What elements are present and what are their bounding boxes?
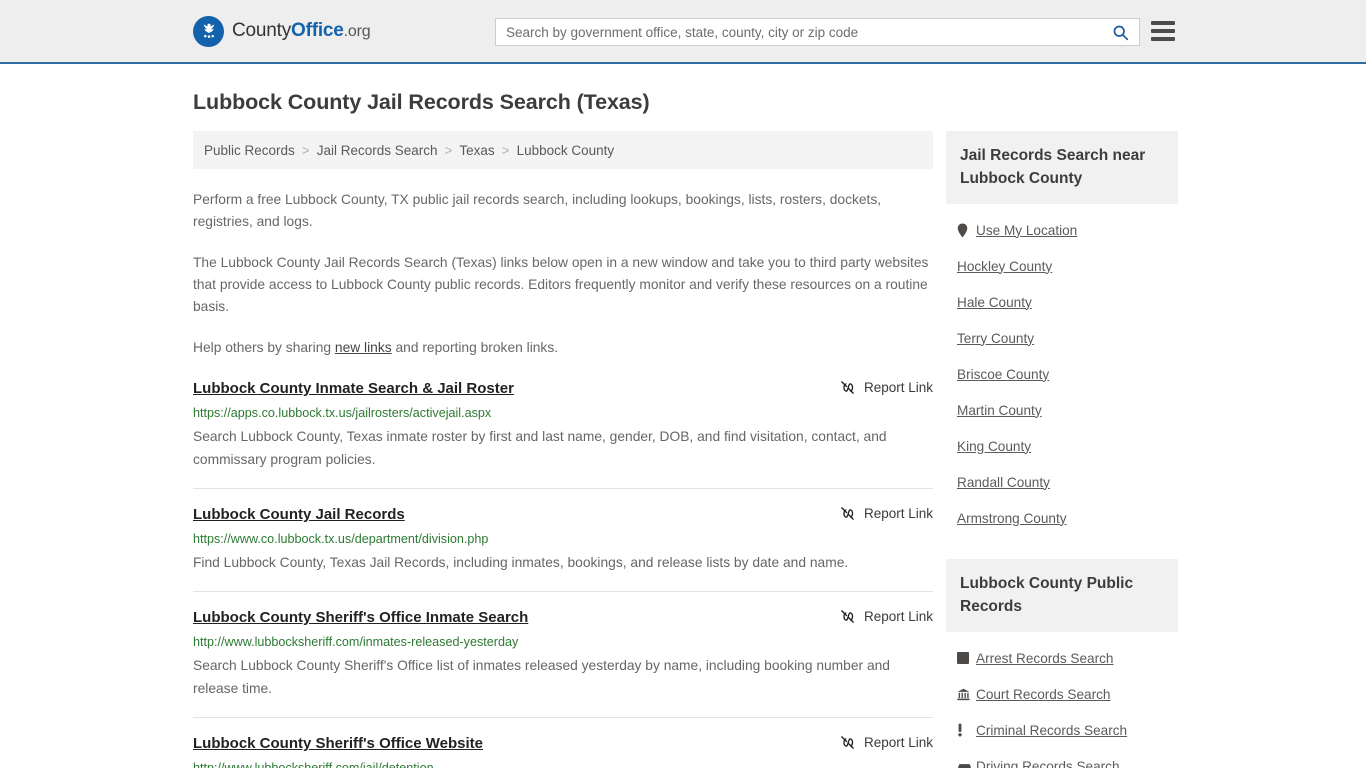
broken-link-icon xyxy=(841,610,854,623)
public-records-panel-title: Lubbock County Public Records xyxy=(946,559,1178,632)
sidebar-link[interactable]: Hale County xyxy=(957,295,1032,310)
search-input[interactable] xyxy=(496,19,1101,45)
hamburger-bar xyxy=(1151,21,1175,25)
report-link-label: Report Link xyxy=(863,609,933,624)
exclamation-icon xyxy=(957,723,976,737)
search-icon xyxy=(1113,25,1128,40)
report-link-button[interactable]: Report Link xyxy=(840,608,933,624)
result-description: Search Lubbock County, Texas inmate rost… xyxy=(193,429,887,467)
breadcrumb-separator: > xyxy=(301,142,310,158)
site-logo[interactable]: CountyOffice.org xyxy=(193,15,371,47)
sidebar-link[interactable]: Briscoe County xyxy=(957,367,1049,382)
car-icon xyxy=(957,761,976,768)
search-button[interactable] xyxy=(1101,19,1139,45)
result-url[interactable]: https://www.co.lubbock.tx.us/department/… xyxy=(193,531,933,547)
sidebar-item-terry-county[interactable]: Terry County xyxy=(946,320,1178,356)
breadcrumb-separator: > xyxy=(501,142,510,158)
site-logo-text: CountyOffice.org xyxy=(232,20,371,42)
result-url[interactable]: http://www.lubbocksheriff.com/inmates-re… xyxy=(193,634,933,650)
intro-p3-before: Help others by sharing xyxy=(193,340,335,355)
sidebar-link[interactable]: King County xyxy=(957,439,1031,454)
breadcrumb-separator: > xyxy=(444,142,453,158)
sidebar-item-court-records-search[interactable]: Court Records Search xyxy=(946,676,1178,712)
result-title-link[interactable]: Lubbock County Jail Records xyxy=(193,505,405,525)
logo-office: Office xyxy=(291,20,344,41)
intro-section: Perform a free Lubbock County, TX public… xyxy=(193,189,933,359)
county-office-eagle-icon xyxy=(193,15,224,47)
hamburger-menu-button[interactable] xyxy=(1151,21,1175,41)
sidebar-link[interactable]: Martin County xyxy=(957,403,1042,418)
courthouse-icon xyxy=(957,688,976,701)
breadcrumb: Public Records > Jail Records Search > T… xyxy=(193,131,933,169)
result-item: Lubbock County Sheriff's Office Website … xyxy=(193,718,933,768)
broken-link-icon xyxy=(841,736,854,749)
result-description: Search Lubbock County Sheriff's Office l… xyxy=(193,658,890,696)
logo-org: .org xyxy=(343,23,371,40)
sidebar-link[interactable]: Armstrong County xyxy=(957,511,1067,526)
right-sidebar: Jail Records Search near Lubbock County … xyxy=(946,131,1178,768)
sidebar-item-hale-county[interactable]: Hale County xyxy=(946,284,1178,320)
result-item: Lubbock County Jail Records Report Link … xyxy=(193,489,933,592)
intro-paragraph-2: The Lubbock County Jail Records Search (… xyxy=(193,255,929,314)
location-pin-icon xyxy=(957,223,976,238)
new-links-link[interactable]: new links xyxy=(335,340,392,355)
report-link-label: Report Link xyxy=(863,506,933,521)
sidebar-link[interactable]: Arrest Records Search xyxy=(976,651,1114,666)
sidebar-link[interactable]: Hockley County xyxy=(957,259,1052,274)
nearby-panel-title: Jail Records Search near Lubbock County xyxy=(946,131,1178,204)
report-link-button[interactable]: Report Link xyxy=(840,734,933,750)
sidebar-link[interactable]: Criminal Records Search xyxy=(976,723,1127,738)
breadcrumb-item-jail-records-search[interactable]: Jail Records Search xyxy=(317,143,438,158)
public-records-panel: Lubbock County Public Records Arrest Rec… xyxy=(946,559,1178,768)
result-description: Find Lubbock County, Texas Jail Records,… xyxy=(193,555,849,570)
report-link-button[interactable]: Report Link xyxy=(840,505,933,521)
page-title: Lubbock County Jail Records Search (Texa… xyxy=(193,90,650,114)
site-header: CountyOffice.org xyxy=(0,0,1366,64)
result-title-link[interactable]: Lubbock County Inmate Search & Jail Rost… xyxy=(193,379,514,399)
sidebar-link[interactable]: Randall County xyxy=(957,475,1050,490)
hamburger-bar xyxy=(1151,29,1175,33)
result-url[interactable]: https://apps.co.lubbock.tx.us/jailroster… xyxy=(193,405,933,421)
result-title-link[interactable]: Lubbock County Sheriff's Office Website xyxy=(193,734,483,754)
breadcrumb-item-texas[interactable]: Texas xyxy=(459,143,494,158)
report-link-label: Report Link xyxy=(863,735,933,750)
breadcrumb-item-public-records[interactable]: Public Records xyxy=(204,143,295,158)
logo-county: County xyxy=(232,20,292,41)
results-list: Lubbock County Inmate Search & Jail Rost… xyxy=(193,379,933,768)
nearby-county-list: Use My Location Hockley County Hale Coun… xyxy=(946,204,1178,536)
intro-paragraph-3: Help others by sharing new links and rep… xyxy=(193,337,933,359)
broken-link-icon xyxy=(841,507,854,520)
page-container: Lubbock County Jail Records Search (Texa… xyxy=(0,90,1366,768)
broken-link-icon xyxy=(841,381,854,394)
result-url[interactable]: http://www.lubbocksheriff.com/jail/deten… xyxy=(193,760,933,768)
sidebar-item-martin-county[interactable]: Martin County xyxy=(946,392,1178,428)
intro-p3-after: and reporting broken links. xyxy=(391,340,559,355)
report-link-label: Report Link xyxy=(863,380,933,395)
sidebar-link[interactable]: Court Records Search xyxy=(976,687,1110,702)
main-content: Public Records > Jail Records Search > T… xyxy=(193,131,933,768)
sidebar-item-randall-county[interactable]: Randall County xyxy=(946,464,1178,500)
sidebar-item-driving-records-search[interactable]: Driving Records Search xyxy=(946,748,1178,768)
public-records-list: Arrest Records Search Court Records Sear… xyxy=(946,632,1178,768)
breadcrumb-item-lubbock-county: Lubbock County xyxy=(516,142,615,158)
result-item: Lubbock County Inmate Search & Jail Rost… xyxy=(193,379,933,489)
nearby-jail-records-panel: Jail Records Search near Lubbock County … xyxy=(946,131,1178,536)
sidebar-link[interactable]: Use My Location xyxy=(976,223,1077,238)
fingerprint-icon xyxy=(957,652,976,664)
sidebar-item-hockley-county[interactable]: Hockley County xyxy=(946,248,1178,284)
intro-paragraph-1: Perform a free Lubbock County, TX public… xyxy=(193,192,882,229)
sidebar-link[interactable]: Driving Records Search xyxy=(976,759,1120,768)
site-search[interactable] xyxy=(495,18,1140,46)
sidebar-link[interactable]: Terry County xyxy=(957,331,1034,346)
sidebar-item-use-my-location[interactable]: Use My Location xyxy=(946,212,1178,248)
sidebar-item-king-county[interactable]: King County xyxy=(946,428,1178,464)
result-item: Lubbock County Sheriff's Office Inmate S… xyxy=(193,592,933,718)
sidebar-item-briscoe-county[interactable]: Briscoe County xyxy=(946,356,1178,392)
sidebar-item-arrest-records-search[interactable]: Arrest Records Search xyxy=(946,640,1178,676)
result-title-link[interactable]: Lubbock County Sheriff's Office Inmate S… xyxy=(193,608,528,628)
sidebar-item-armstrong-county[interactable]: Armstrong County xyxy=(946,500,1178,536)
sidebar-item-criminal-records-search[interactable]: Criminal Records Search xyxy=(946,712,1178,748)
report-link-button[interactable]: Report Link xyxy=(840,379,933,395)
hamburger-bar xyxy=(1151,37,1175,41)
